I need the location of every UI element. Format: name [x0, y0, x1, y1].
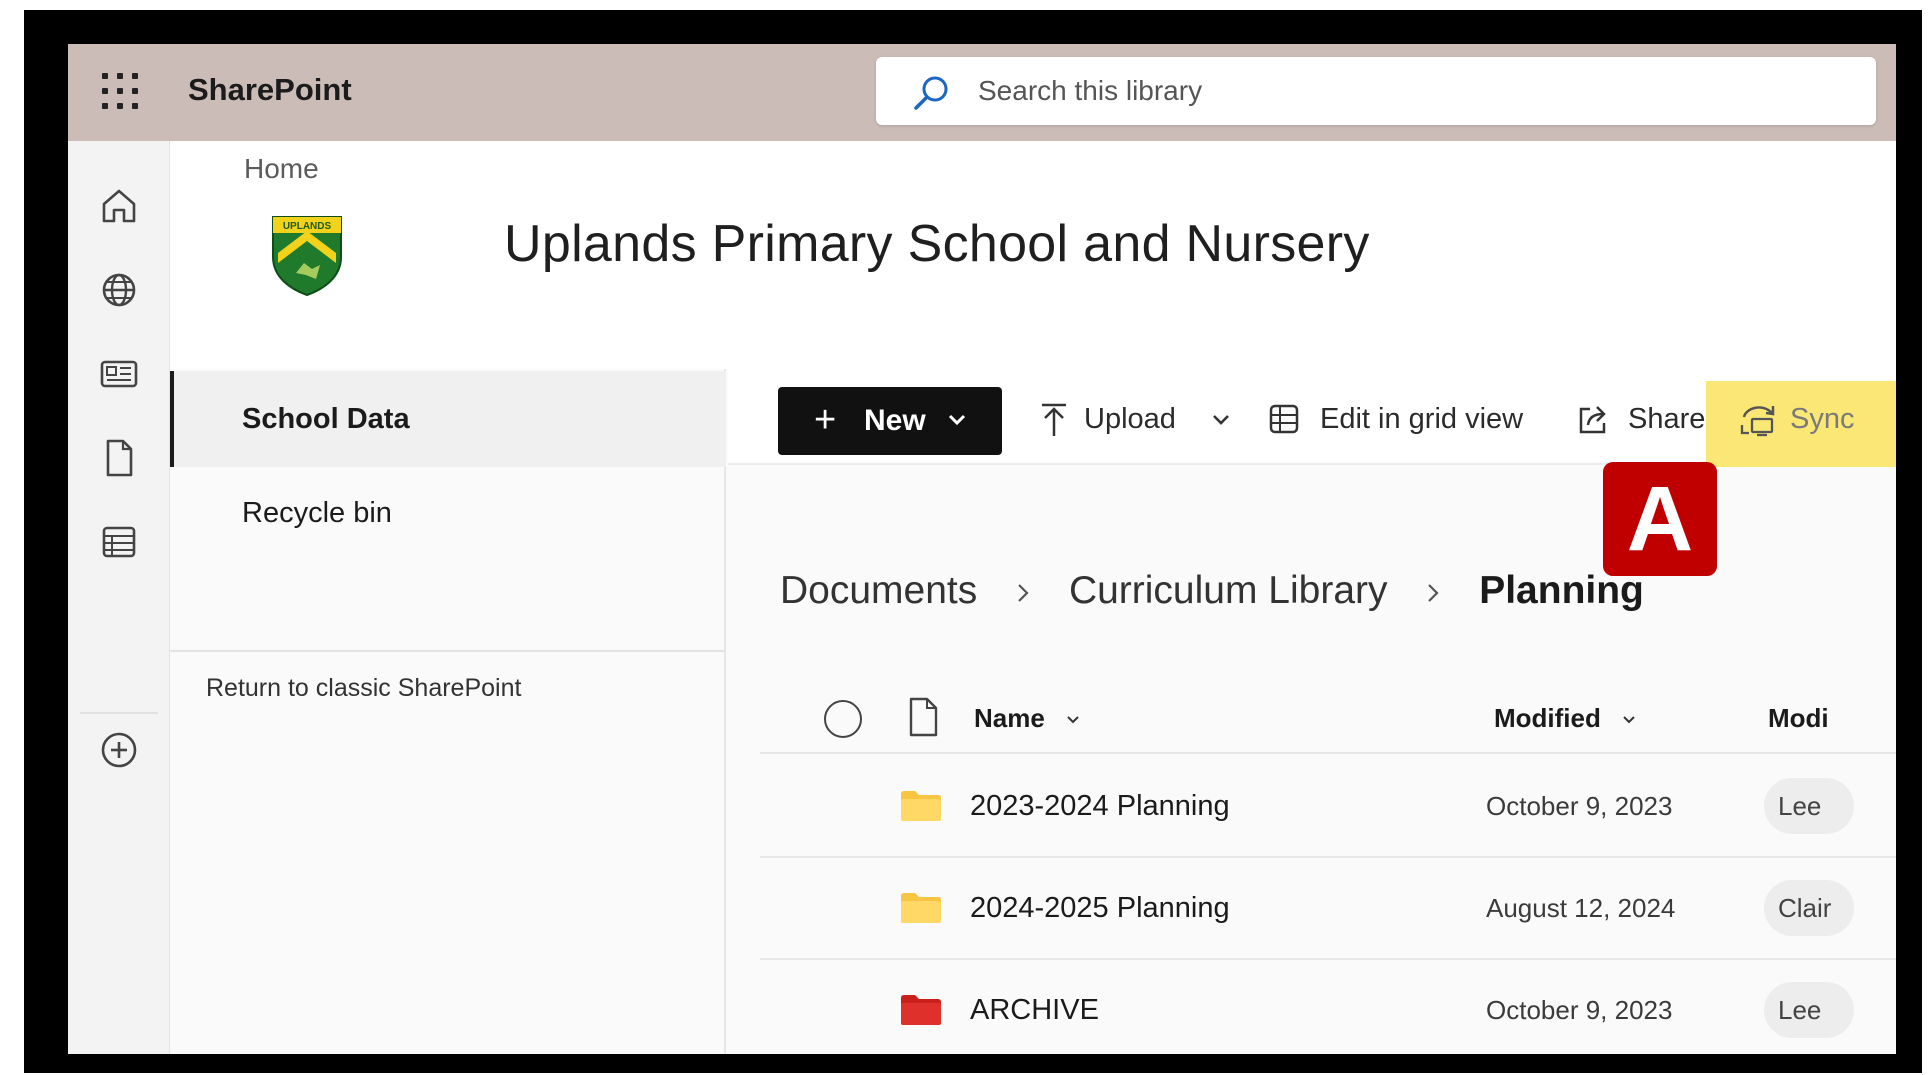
- modified-by-name: Lee: [1778, 791, 1822, 821]
- list-icon[interactable]: [98, 521, 140, 563]
- share-icon: [1579, 406, 1606, 434]
- add-circle-icon[interactable]: [98, 729, 140, 771]
- search-icon: [914, 76, 948, 110]
- item-modified: October 9, 2023: [1486, 995, 1673, 1025]
- chevron-down-icon: [1067, 716, 1079, 724]
- nav-divider: [170, 650, 726, 652]
- nav-item-label: School Data: [242, 403, 410, 435]
- chevron-down-icon: [1213, 415, 1229, 425]
- search-input[interactable]: Search this library: [978, 71, 1202, 111]
- logo-text: UPLANDS: [283, 221, 332, 232]
- home-icon[interactable]: [98, 185, 140, 227]
- column-header-name[interactable]: Name: [974, 698, 1080, 738]
- column-header-modified[interactable]: Modified: [1494, 698, 1636, 738]
- suite-bar: SharePoint Search this library: [68, 44, 1896, 141]
- grid-label: Edit in grid view: [1320, 403, 1524, 435]
- edit-in-grid-view-button[interactable]: Edit in grid view: [1268, 389, 1538, 449]
- callout-marker-a: A: [1603, 462, 1717, 576]
- return-to-classic-link[interactable]: Return to classic SharePoint: [206, 671, 521, 705]
- item-name[interactable]: 2023-2024 Planning: [970, 786, 1230, 826]
- modified-by-name: Lee: [1778, 995, 1822, 1025]
- rail-divider: [80, 712, 158, 714]
- item-name[interactable]: ARCHIVE: [970, 990, 1099, 1030]
- left-navigation: School Data Recycle bin Return to classi…: [170, 369, 726, 1054]
- new-button[interactable]: + New: [778, 387, 1002, 455]
- folder-icon: [901, 791, 941, 821]
- app-name[interactable]: SharePoint: [188, 70, 352, 110]
- command-bar: + New Upload Edit in grid view Share Syn…: [728, 369, 1896, 467]
- nav-item-recycle-bin[interactable]: Recycle bin: [242, 493, 392, 533]
- sync-label: Sync: [1790, 403, 1855, 435]
- column-label: Modified: [1494, 703, 1601, 733]
- home-link[interactable]: Home: [244, 151, 319, 187]
- school-logo[interactable]: UPLANDS: [270, 213, 344, 297]
- sync-button[interactable]: Sync: [1738, 389, 1868, 449]
- table-row[interactable]: 2024-2025 Planning August 12, 2024 Clair: [760, 858, 1896, 960]
- folder-icon: [901, 995, 941, 1025]
- share-label: Share: [1628, 403, 1706, 435]
- file-icon[interactable]: [98, 437, 140, 479]
- breadcrumb-documents[interactable]: Documents: [780, 563, 977, 619]
- plus-icon: +: [814, 399, 837, 441]
- nav-item-school-data[interactable]: School Data: [170, 371, 726, 467]
- list-header: Name Modified Modi: [760, 682, 1896, 754]
- item-modified: August 12, 2024: [1486, 893, 1676, 923]
- globe-icon[interactable]: [98, 269, 140, 311]
- search-box[interactable]: Search this library: [876, 57, 1876, 125]
- upload-button[interactable]: Upload: [1040, 389, 1230, 449]
- modified-by-pill[interactable]: Lee: [1764, 982, 1854, 1038]
- new-button-label: New: [864, 404, 926, 437]
- site-header: Home UPLANDS Uplands Primary School and …: [170, 141, 1896, 369]
- breadcrumb-curriculum-library[interactable]: Curriculum Library: [1069, 563, 1388, 619]
- app-launcher-icon[interactable]: [100, 71, 140, 111]
- folder-icon: [901, 893, 941, 923]
- column-header-modified-by[interactable]: Modi: [1768, 698, 1829, 738]
- select-all-checkbox[interactable]: [824, 700, 862, 738]
- app-rail: [68, 141, 170, 1054]
- item-modified: October 9, 2023: [1486, 791, 1673, 821]
- modified-by-name: Clair: [1778, 893, 1832, 923]
- modified-by-pill[interactable]: Clair: [1764, 880, 1854, 936]
- chevron-down-icon: [1623, 716, 1635, 724]
- breadcrumb: Documents Curriculum Library Planning: [780, 563, 1644, 619]
- news-icon[interactable]: [98, 353, 140, 395]
- modified-by-pill[interactable]: Lee: [1764, 778, 1854, 834]
- share-button[interactable]: Share: [1576, 389, 1716, 449]
- table-row[interactable]: 2023-2024 Planning October 9, 2023 Lee: [760, 756, 1896, 858]
- chevron-down-icon: [948, 414, 966, 426]
- chevron-right-icon: [1016, 563, 1030, 619]
- file-type-icon[interactable]: [906, 696, 940, 738]
- sync-icon: [1740, 406, 1775, 437]
- document-library: Documents Curriculum Library Planning Na…: [728, 467, 1896, 1054]
- upload-icon: [1042, 403, 1066, 436]
- upload-label: Upload: [1084, 403, 1176, 435]
- grid-icon: [1269, 404, 1299, 434]
- table-row[interactable]: ARCHIVE October 9, 2023 Lee: [760, 960, 1896, 1054]
- chevron-right-icon: [1426, 563, 1440, 619]
- column-label: Name: [974, 703, 1045, 733]
- site-title: Uplands Primary School and Nursery: [504, 215, 1370, 273]
- item-name[interactable]: 2024-2025 Planning: [970, 888, 1230, 928]
